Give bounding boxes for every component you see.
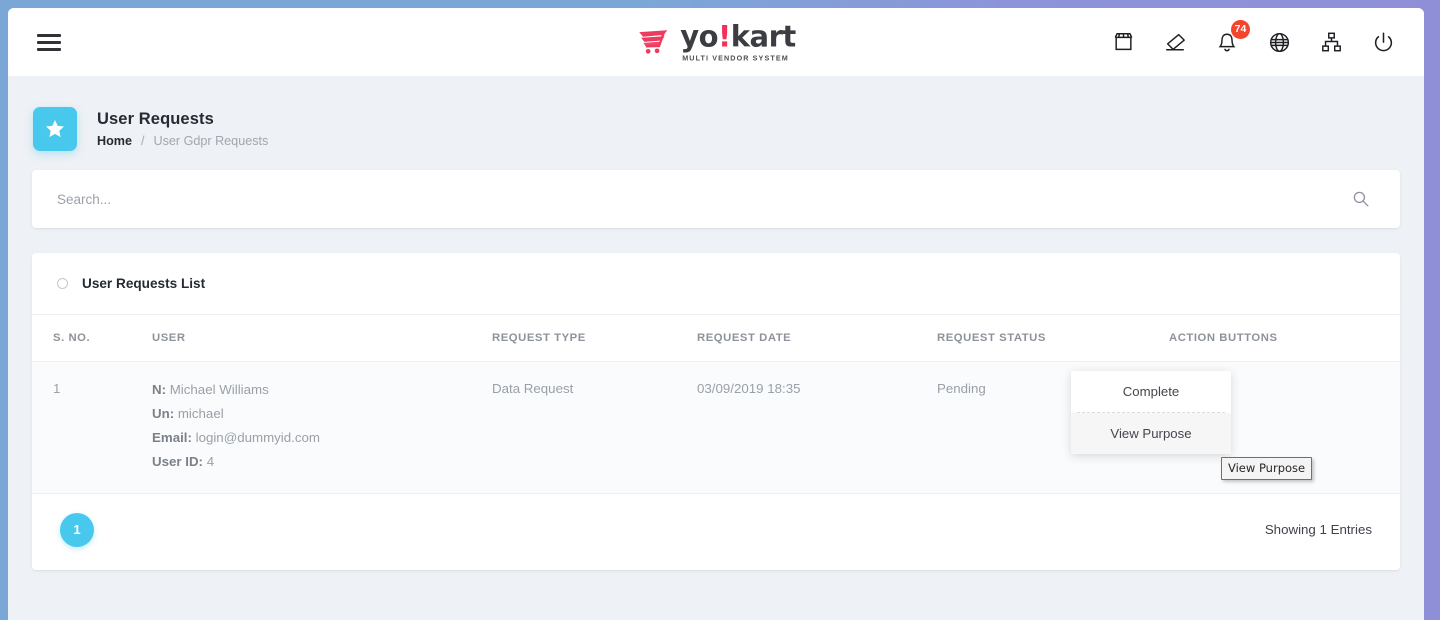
page-title: User Requests xyxy=(97,110,214,128)
user-requests-card: User Requests List S. NO. USER REQUEST T… xyxy=(32,253,1400,570)
list-header: User Requests List xyxy=(32,253,1400,314)
column-header-actions: ACTION BUTTONS xyxy=(1169,314,1400,362)
breadcrumb: Home / User Gdpr Requests xyxy=(97,134,268,148)
globe-icon[interactable] xyxy=(1266,29,1292,55)
user-email-line: Email: login@dummyid.com xyxy=(152,429,492,447)
user-name-label: N: xyxy=(152,382,167,397)
hamburger-bar xyxy=(37,48,61,51)
cart-icon xyxy=(639,29,668,54)
brand-logo[interactable]: yo!kart MULTI VENDOR SYSTEM xyxy=(636,19,796,63)
hamburger-bar xyxy=(37,41,61,44)
user-email-label: Email: xyxy=(152,429,192,445)
search-icon[interactable] xyxy=(1352,190,1370,208)
notification-badge: 74 xyxy=(1231,20,1250,39)
cell-request-type: Data Request xyxy=(492,361,697,494)
dropdown-item-view-purpose[interactable]: View Purpose xyxy=(1071,413,1231,454)
page-viewport: yo!kart MULTI VENDOR SYSTEM 74 User Requ… xyxy=(8,8,1424,620)
breadcrumb-current: User Gdpr Requests xyxy=(153,134,269,148)
bell-icon[interactable]: 74 xyxy=(1214,20,1250,55)
sitemap-icon[interactable] xyxy=(1318,29,1344,55)
eraser-icon[interactable] xyxy=(1162,29,1188,55)
hamburger-icon[interactable] xyxy=(33,31,65,53)
hamburger-bar xyxy=(37,34,61,37)
logo-tagline: MULTI VENDOR SYSTEM xyxy=(682,53,789,63)
power-icon[interactable] xyxy=(1370,29,1396,55)
cell-sno: 1 xyxy=(32,361,152,494)
user-email-value: login@dummyid.com xyxy=(195,429,320,445)
page-header: User Requests Home / User Gdpr Requests xyxy=(8,77,1424,153)
list-title: User Requests List xyxy=(82,276,206,291)
pagination-page-1[interactable]: 1 xyxy=(60,512,94,547)
list-footer: 1 Showing 1 Entries xyxy=(32,493,1400,570)
search-card xyxy=(32,170,1400,228)
user-id-label: User ID: xyxy=(152,453,203,469)
breadcrumb-home[interactable]: Home xyxy=(97,134,132,148)
circle-icon xyxy=(57,278,68,289)
star-icon xyxy=(33,107,77,151)
store-icon[interactable] xyxy=(1110,29,1136,55)
breadcrumb-separator: / xyxy=(141,134,145,148)
user-username-label: Un: xyxy=(152,405,175,421)
dropdown-item-complete[interactable]: Complete xyxy=(1071,371,1231,412)
user-id-line: User ID: 4 xyxy=(152,453,492,471)
user-name-line: N: Michael Williams xyxy=(152,381,492,399)
table-header-row: S. NO. USER REQUEST TYPE REQUEST DATE RE… xyxy=(32,314,1400,362)
top-header: yo!kart MULTI VENDOR SYSTEM 74 xyxy=(8,8,1424,77)
column-header-type: REQUEST TYPE xyxy=(492,314,697,362)
table-header: S. NO. USER REQUEST TYPE REQUEST DATE RE… xyxy=(32,314,1400,362)
browser-frame: yo!kart MULTI VENDOR SYSTEM 74 User Requ… xyxy=(0,0,1440,620)
column-header-user: USER xyxy=(152,314,492,362)
column-header-sno: S. NO. xyxy=(32,314,152,362)
user-username-value: michael xyxy=(177,405,224,421)
cell-request-date: 03/09/2019 18:35 xyxy=(697,361,937,494)
logo-wordmark: yo!kart xyxy=(680,19,796,54)
user-name-value: Michael Williams xyxy=(169,382,269,397)
entries-count: Showing 1 Entries xyxy=(1264,522,1372,538)
user-id-value: 4 xyxy=(206,453,215,469)
search-input[interactable] xyxy=(32,170,1400,228)
action-dropdown-menu: Complete View Purpose xyxy=(1071,371,1231,454)
tooltip-view-purpose: View Purpose xyxy=(1221,457,1313,480)
cell-user: N: Michael Williams Un: michael Email: l… xyxy=(152,361,492,494)
column-header-date: REQUEST DATE xyxy=(697,314,937,362)
column-header-status: REQUEST STATUS xyxy=(937,314,1169,362)
header-icon-group: 74 xyxy=(1110,20,1396,55)
user-username-line: Un: michael xyxy=(152,405,492,423)
